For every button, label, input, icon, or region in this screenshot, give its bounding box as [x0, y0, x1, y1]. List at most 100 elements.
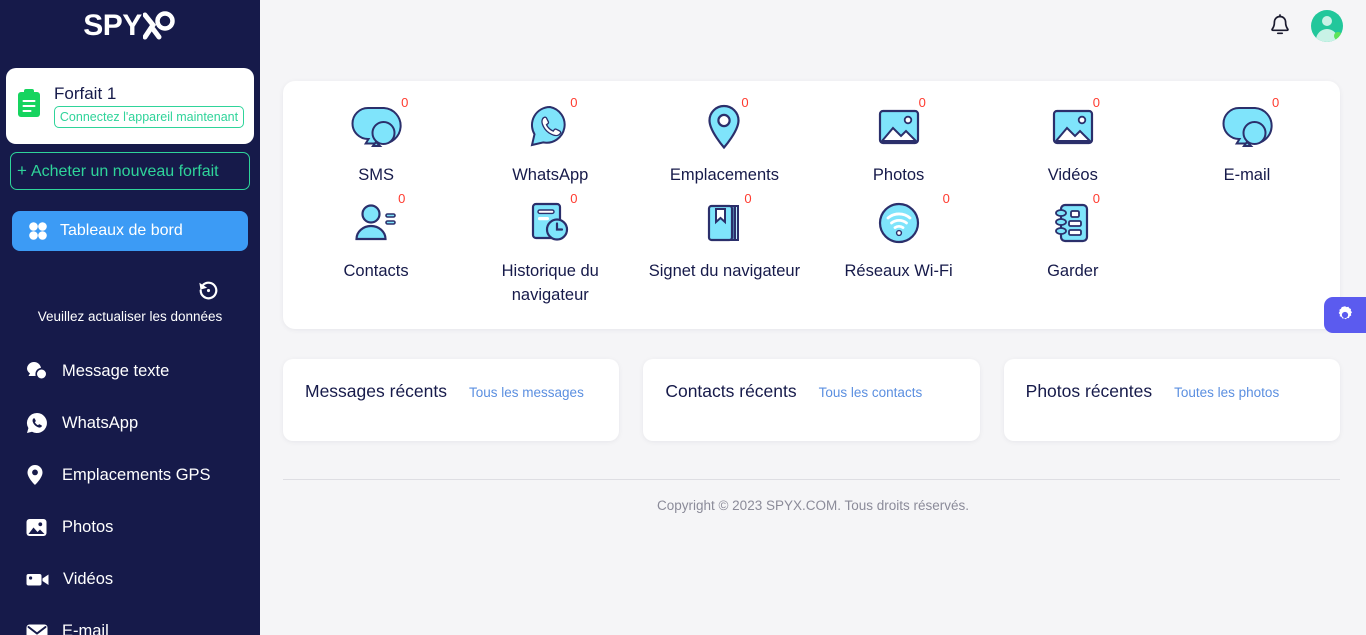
- envelope-icon: [26, 623, 48, 635]
- refresh-label: Veuillez actualiser les données: [37, 309, 223, 324]
- all-photos-link[interactable]: Toutes les photos: [1174, 381, 1279, 400]
- image-icon: [878, 109, 919, 145]
- sidebar-nav: Message texte WhatsApp Emplacements GPS …: [0, 345, 260, 635]
- clipboard-icon: [16, 88, 44, 124]
- brand-logo[interactable]: SPY: [0, 0, 260, 52]
- feature-photos[interactable]: 0 Photos: [812, 95, 986, 187]
- plan-title: Forfait 1: [54, 84, 117, 103]
- online-status-dot: [1334, 32, 1342, 40]
- sidebar-item-email[interactable]: E-mail: [0, 605, 260, 635]
- feature-label: Garder: [1047, 262, 1099, 280]
- count-badge: 0: [744, 191, 752, 206]
- grid-icon: [29, 222, 47, 240]
- feature-videos[interactable]: 0 Vidéos: [986, 95, 1160, 187]
- feature-historique-navigateur[interactable]: 0 Historique du navigateur: [463, 191, 637, 307]
- feature-emplacements[interactable]: 0 Emplacements: [637, 95, 811, 187]
- location-pin-icon: [26, 464, 48, 486]
- sidebar-item-dashboard[interactable]: Tableaux de bord: [12, 211, 248, 251]
- avatar[interactable]: [1311, 10, 1343, 42]
- feature-label: Historique du navigateur: [501, 262, 599, 304]
- buy-new-plan-button[interactable]: + Acheter un nouveau forfait: [10, 152, 250, 190]
- feature-label: Vidéos: [1047, 166, 1098, 184]
- count-badge: 0: [1271, 95, 1280, 110]
- feature-label: Photos: [872, 166, 925, 184]
- feature-whatsapp[interactable]: 0 WhatsApp: [463, 95, 637, 187]
- refresh-icon[interactable]: [196, 278, 221, 303]
- sidebar-item-label: Tableaux de bord: [60, 222, 183, 239]
- chat-bubbles-icon: [351, 107, 402, 147]
- keylogger-notebook-icon: [1054, 203, 1088, 243]
- image-icon: [1052, 109, 1093, 145]
- recent-cards-row: Messages récents Tous les messages Conta…: [283, 359, 1340, 441]
- all-contacts-link[interactable]: Tous les contacts: [819, 381, 923, 400]
- card-title: Messages récents: [305, 381, 448, 401]
- browser-history-icon: [532, 202, 569, 241]
- feature-label: SMS: [358, 166, 394, 184]
- features-row-2: 0 Contacts 0 Historique du navigateur 0 …: [289, 191, 1334, 307]
- gear-icon: [1338, 306, 1352, 320]
- contact-person-icon: [355, 204, 396, 241]
- whatsapp-icon: [26, 412, 48, 434]
- main-content: 0 SMS 0 WhatsApp 0 Emplacements 0 Photos…: [260, 0, 1366, 635]
- card-title: Contacts récents: [665, 381, 797, 401]
- whatsapp-icon: [530, 105, 566, 147]
- count-badge: 0: [401, 95, 409, 110]
- chat-bubbles-icon: [1222, 107, 1273, 147]
- feature-label: Réseaux Wi-Fi: [844, 262, 953, 280]
- feature-reseaux-wifi[interactable]: 0 Réseaux Wi-Fi: [812, 191, 986, 307]
- feature-label: Contacts: [343, 262, 409, 280]
- settings-tab-button[interactable]: [1324, 297, 1366, 333]
- topbar: [260, 0, 1366, 52]
- sidebar-item-videos[interactable]: Vidéos: [0, 553, 260, 605]
- feature-sms[interactable]: 0 SMS: [289, 95, 463, 187]
- count-badge: 0: [942, 191, 950, 206]
- wifi-icon: [878, 202, 919, 244]
- chat-bubbles-icon: [26, 361, 48, 381]
- recent-messages-card: Messages récents Tous les messages: [283, 359, 620, 441]
- avatar-head: [1322, 16, 1332, 26]
- recent-photos-card: Photos récentes Toutes les photos: [1003, 359, 1340, 441]
- sidebar: SPY Forfait 1 Connectez l'appareil maint…: [0, 0, 260, 635]
- sidebar-item-whatsapp[interactable]: WhatsApp: [0, 397, 260, 449]
- count-badge: 0: [918, 95, 926, 110]
- buy-plan-label: Acheter un nouveau forfait: [30, 162, 219, 180]
- card-title: Photos récentes: [1025, 381, 1153, 401]
- count-badge: 0: [398, 191, 406, 206]
- sidebar-item-message-texte[interactable]: Message texte: [0, 345, 260, 397]
- feature-email[interactable]: 0 E-mail: [1160, 95, 1334, 187]
- x-magnifier-mark-icon: [142, 11, 175, 40]
- footer-copyright: Copyright © 2023 SPYX.COM. Tous droits r…: [656, 498, 970, 513]
- sidebar-item-photos[interactable]: Photos: [0, 501, 260, 553]
- feature-signet-navigateur[interactable]: 0 Signet du navigateur: [637, 191, 811, 307]
- plus-icon: +: [17, 161, 27, 180]
- count-badge: 0: [570, 95, 578, 110]
- sidebar-item-label: Message texte: [62, 361, 170, 380]
- count-badge: 0: [1092, 95, 1100, 110]
- logo-text: SPY: [83, 9, 142, 42]
- feature-garder[interactable]: 0 Garder: [986, 191, 1160, 307]
- sidebar-item-label: Emplacements GPS: [62, 465, 211, 484]
- feature-label: WhatsApp: [512, 166, 589, 184]
- location-pin-icon: [708, 104, 741, 150]
- bell-icon[interactable]: [1269, 14, 1291, 38]
- app-root: SPY Forfait 1 Connectez l'appareil maint…: [0, 0, 1366, 635]
- video-camera-icon: [26, 571, 49, 588]
- plan-card[interactable]: Forfait 1 Connectez l'appareil maintenan…: [6, 68, 254, 144]
- sidebar-item-label: Vidéos: [63, 569, 114, 588]
- connect-device-button[interactable]: Connectez l'appareil maintenant: [54, 106, 244, 128]
- count-badge: 0: [1092, 191, 1100, 206]
- count-badge: 0: [570, 191, 578, 206]
- sidebar-item-emplacements-gps[interactable]: Emplacements GPS: [0, 449, 260, 501]
- sidebar-item-label: WhatsApp: [62, 413, 139, 432]
- all-messages-link[interactable]: Tous les messages: [469, 381, 584, 400]
- features-row-1: 0 SMS 0 WhatsApp 0 Emplacements 0 Photos…: [289, 95, 1334, 187]
- image-icon: [26, 517, 48, 538]
- refresh-data-block[interactable]: Veuillez actualiser les données: [0, 278, 260, 324]
- recent-contacts-card: Contacts récents Tous les contacts: [643, 359, 980, 441]
- feature-label: E-mail: [1223, 166, 1271, 184]
- feature-contacts[interactable]: 0 Contacts: [289, 191, 463, 307]
- bookmark-book-icon: [708, 204, 740, 242]
- feature-label: Signet du navigateur: [648, 262, 801, 280]
- sidebar-item-label: E-mail: [62, 621, 109, 635]
- sidebar-item-label: Photos: [62, 517, 114, 536]
